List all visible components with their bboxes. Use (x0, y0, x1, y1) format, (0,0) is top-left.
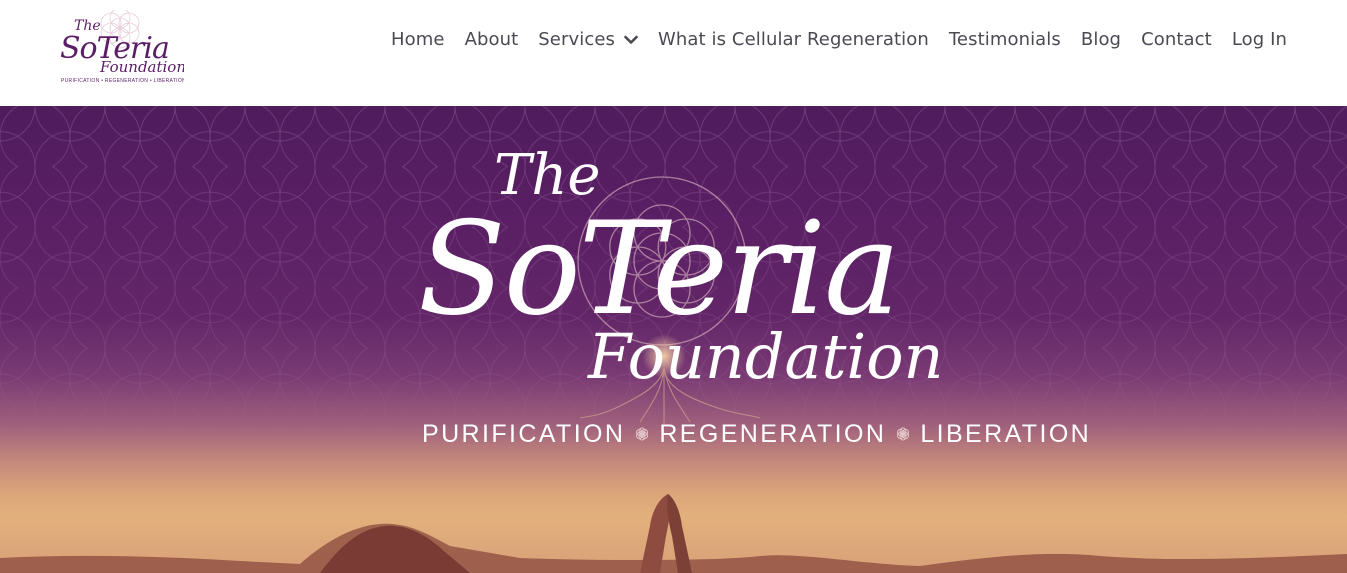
hero-tagline: PURIFICATION REGENERATION LIBERATION (422, 420, 1091, 448)
nav-blog[interactable]: Blog (1081, 28, 1121, 52)
nav-cellular-regeneration[interactable]: What is Cellular Regeneration (658, 28, 929, 52)
hero-title-main: SoTeria (418, 195, 900, 344)
hero-banner: The SoTeria Foundation PURIFICATION REGE… (0, 106, 1347, 573)
site-header: The SoTeria Foundation PURIFICATION • RE… (0, 0, 1347, 106)
nav-contact[interactable]: Contact (1141, 28, 1212, 52)
nav-home[interactable]: Home (391, 28, 445, 52)
main-navigation: Home About Services What is Cellular Reg… (391, 28, 1287, 52)
hero-title-sub: Foundation (588, 320, 944, 393)
svg-text:PURIFICATION • REGENERATION •: PURIFICATION • REGENERATION • LIBERATION (61, 78, 184, 84)
nav-services-label: Services (538, 29, 615, 50)
tagline-purification: PURIFICATION (422, 420, 626, 448)
flower-of-life-icon (636, 427, 649, 441)
svg-text:Foundation: Foundation (99, 58, 184, 76)
logo-icon: The SoTeria Foundation PURIFICATION • RE… (60, 10, 184, 84)
tagline-liberation: LIBERATION (920, 420, 1092, 448)
chevron-down-icon (624, 35, 638, 44)
nav-about[interactable]: About (465, 28, 519, 52)
flower-of-life-icon (897, 427, 910, 441)
nav-log-in[interactable]: Log In (1232, 28, 1287, 52)
nav-services[interactable]: Services (538, 28, 638, 52)
nav-testimonials[interactable]: Testimonials (949, 28, 1061, 52)
tagline-regeneration: REGENERATION (659, 420, 887, 448)
site-logo[interactable]: The SoTeria Foundation PURIFICATION • RE… (56, 10, 184, 86)
